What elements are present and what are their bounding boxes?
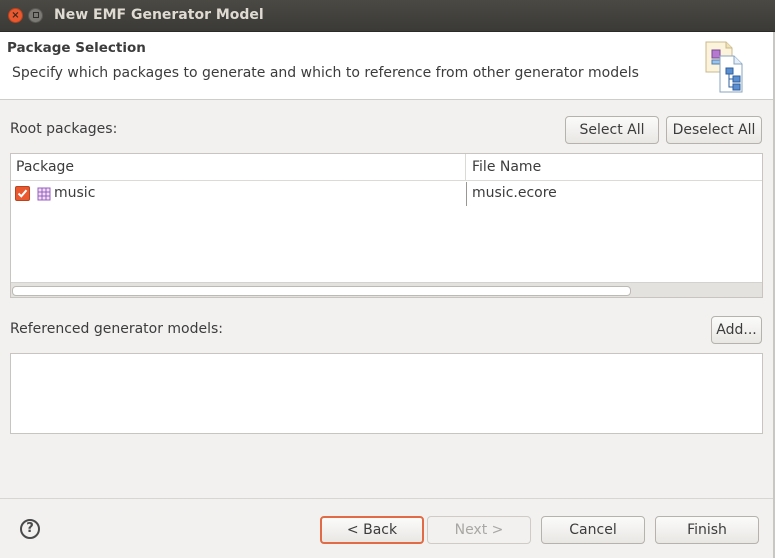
referenced-models-list[interactable] [10, 353, 763, 434]
footer-divider [0, 498, 775, 499]
add-button[interactable]: Add... [711, 316, 762, 344]
package-checkbox[interactable] [15, 186, 30, 201]
finish-button[interactable]: Finish [655, 516, 759, 544]
package-icon [37, 187, 51, 201]
maximize-window-button[interactable] [28, 8, 43, 23]
cancel-button[interactable]: Cancel [541, 516, 645, 544]
wizard-header: Package Selection Specify which packages… [0, 32, 775, 100]
generator-model-wizard-icon [700, 34, 756, 94]
file-name-cell: music.ecore [472, 185, 557, 201]
help-icon[interactable]: ? [20, 519, 40, 539]
back-button[interactable]: < Back [320, 516, 424, 544]
package-name-cell: music [54, 185, 96, 201]
checkmark-icon [17, 189, 28, 198]
column-divider [466, 182, 467, 206]
window-title: New EMF Generator Model [54, 7, 264, 23]
referenced-models-label: Referenced generator models: [10, 321, 224, 337]
root-packages-table[interactable]: Package File Name music music.ecore [10, 153, 763, 298]
horizontal-scrollbar[interactable] [11, 282, 762, 297]
next-button: Next > [427, 516, 531, 544]
deselect-all-button[interactable]: Deselect All [666, 116, 762, 144]
select-all-button[interactable]: Select All [565, 116, 659, 144]
scrollbar-thumb[interactable] [12, 286, 631, 296]
table-row[interactable]: music music.ecore [11, 182, 762, 206]
close-window-button[interactable]: × [8, 8, 23, 23]
title-bar: × New EMF Generator Model [0, 0, 775, 32]
package-column-header[interactable]: Package [11, 154, 466, 181]
page-description: Specify which packages to generate and w… [12, 65, 639, 81]
page-title: Package Selection [7, 40, 146, 56]
root-packages-label: Root packages: [10, 121, 118, 137]
file-name-column-header[interactable]: File Name [466, 154, 762, 181]
